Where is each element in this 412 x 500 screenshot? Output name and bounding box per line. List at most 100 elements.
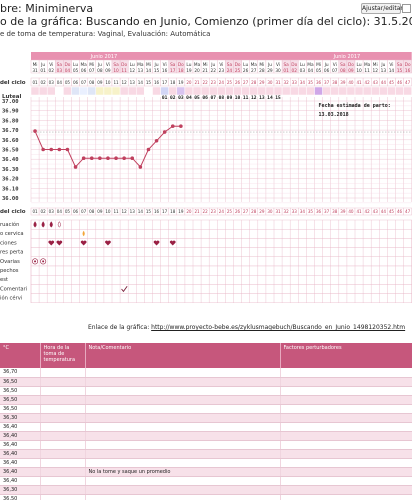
table-row: 36,30 [0, 485, 412, 495]
factors-cell[interactable] [280, 431, 412, 441]
factors-cell[interactable] [280, 422, 412, 432]
temp-cell[interactable]: 36,50 [0, 404, 41, 414]
factors-cell[interactable] [280, 386, 412, 396]
note-cell[interactable] [85, 485, 281, 495]
owner-name: bre: Miniminerva [0, 2, 94, 15]
time-cell[interactable] [40, 494, 86, 500]
factors-cell[interactable] [280, 413, 412, 423]
date-label: 13 [138, 68, 144, 74]
date-label: 19 [186, 68, 192, 74]
time-cell[interactable] [40, 485, 86, 495]
date-label: 04 [65, 68, 71, 74]
note-cell[interactable] [85, 386, 281, 396]
phase-cell [257, 86, 267, 96]
table-row: 36,40 [0, 449, 412, 459]
adjust-edit-button[interactable]: Ajustar/editar [361, 3, 403, 14]
temp-cell[interactable]: 36,40 [0, 449, 41, 459]
temp-cell[interactable]: 36,40 [0, 458, 41, 468]
factors-cell[interactable] [280, 440, 412, 450]
phase-cell [55, 86, 64, 96]
temp-cell[interactable]: 36,30 [0, 413, 41, 423]
factors-cell[interactable] [280, 476, 412, 486]
temp-cell[interactable]: 36,50 [0, 395, 41, 405]
weekday-label: Vi [219, 62, 223, 68]
time-cell[interactable] [40, 467, 86, 477]
factors-cell[interactable] [280, 395, 412, 405]
factors-cell[interactable] [280, 449, 412, 459]
adjust-checkbox[interactable] [402, 4, 411, 13]
temp-cell[interactable]: 36,30 [0, 485, 41, 495]
note-cell[interactable] [85, 413, 281, 423]
cycle-day-number: 23 [211, 209, 217, 214]
temperature-point [49, 147, 54, 152]
cycle-day-number: 11 [113, 209, 119, 214]
note-cell[interactable] [85, 494, 281, 500]
note-cell[interactable]: No la tome y saque un promedio [85, 467, 281, 477]
time-cell[interactable] [40, 476, 86, 486]
cycle-day-number: 22 [203, 209, 209, 214]
factors-cell[interactable] [280, 485, 412, 495]
time-cell[interactable] [40, 440, 86, 450]
factors-cell[interactable] [280, 377, 412, 387]
temp-cell[interactable]: 36,40 [0, 476, 41, 486]
note-cell[interactable] [85, 476, 281, 486]
weekday-label: Ma [364, 62, 371, 68]
temp-cell[interactable]: 36,40 [0, 467, 41, 477]
time-cell[interactable] [40, 458, 86, 468]
time-cell[interactable] [40, 413, 86, 423]
temp-cell[interactable]: 36,50 [0, 386, 41, 396]
note-cell[interactable] [85, 368, 281, 378]
note-cell[interactable] [85, 422, 281, 432]
weekday-label: Ma [251, 62, 258, 68]
time-cell[interactable] [40, 386, 86, 396]
note-cell[interactable] [85, 431, 281, 441]
temp-cell[interactable]: 36,40 [0, 422, 41, 432]
cycle-day-number: 21 [194, 80, 200, 85]
temperature-point [81, 156, 86, 161]
weekday-label: Mi [89, 62, 94, 68]
table-row: 36,40 [0, 431, 412, 441]
cycle-day-number: 44 [381, 80, 387, 85]
time-cell[interactable] [40, 404, 86, 414]
time-cell[interactable] [40, 449, 86, 459]
factors-cell[interactable] [280, 404, 412, 414]
factors-cell[interactable] [280, 494, 412, 500]
note-cell[interactable] [85, 440, 281, 450]
temp-axis-label: 36.30 [2, 167, 19, 173]
time-cell[interactable] [40, 431, 86, 441]
phase-cell [176, 86, 186, 96]
time-cell[interactable] [40, 422, 86, 432]
note-cell[interactable] [85, 395, 281, 405]
temp-cell[interactable]: 36,50 [0, 494, 41, 500]
note-cell[interactable] [85, 404, 281, 414]
cycle-day-number: 19 [178, 209, 184, 214]
cycle-day-number: 07 [81, 209, 87, 214]
time-cell[interactable] [40, 377, 86, 387]
observation-row [30, 284, 412, 294]
time-cell[interactable] [40, 368, 86, 378]
temperature-table: °C Hora de la toma de temperatura Nota/C… [0, 343, 412, 500]
phase-cell [362, 86, 372, 96]
factors-cell[interactable] [280, 467, 412, 477]
cycle-day-number: 41 [356, 80, 362, 85]
luteal-day: 01 [162, 95, 168, 101]
month-label: Junio 2017 [333, 54, 361, 60]
cycle-day-number: 26 [235, 209, 241, 214]
temp-axis-label: 36.60 [2, 138, 19, 144]
temp-cell[interactable]: 36,40 [0, 431, 41, 441]
temp-cell[interactable]: 36,50 [0, 377, 41, 387]
note-cell[interactable] [85, 449, 281, 459]
temp-cell[interactable]: 36,70 [0, 368, 41, 378]
note-cell[interactable] [85, 377, 281, 387]
time-cell[interactable] [40, 395, 86, 405]
method-line: e de toma de temperatura: Vaginal, Evalu… [0, 30, 211, 38]
observation-row-label: est [0, 277, 8, 283]
factors-cell[interactable] [280, 458, 412, 468]
date-label: 13 [381, 68, 387, 74]
note-cell[interactable] [85, 458, 281, 468]
cycle-day-number: 05 [65, 80, 71, 85]
chart-link-url[interactable]: http://www.proyecto-bebe.es/zyklusmagebu… [151, 324, 405, 331]
factors-cell[interactable] [280, 368, 412, 378]
chart-title: o de la gráfica: Buscando en Junio, Comi… [0, 15, 412, 28]
temp-cell[interactable]: 36,40 [0, 440, 41, 450]
